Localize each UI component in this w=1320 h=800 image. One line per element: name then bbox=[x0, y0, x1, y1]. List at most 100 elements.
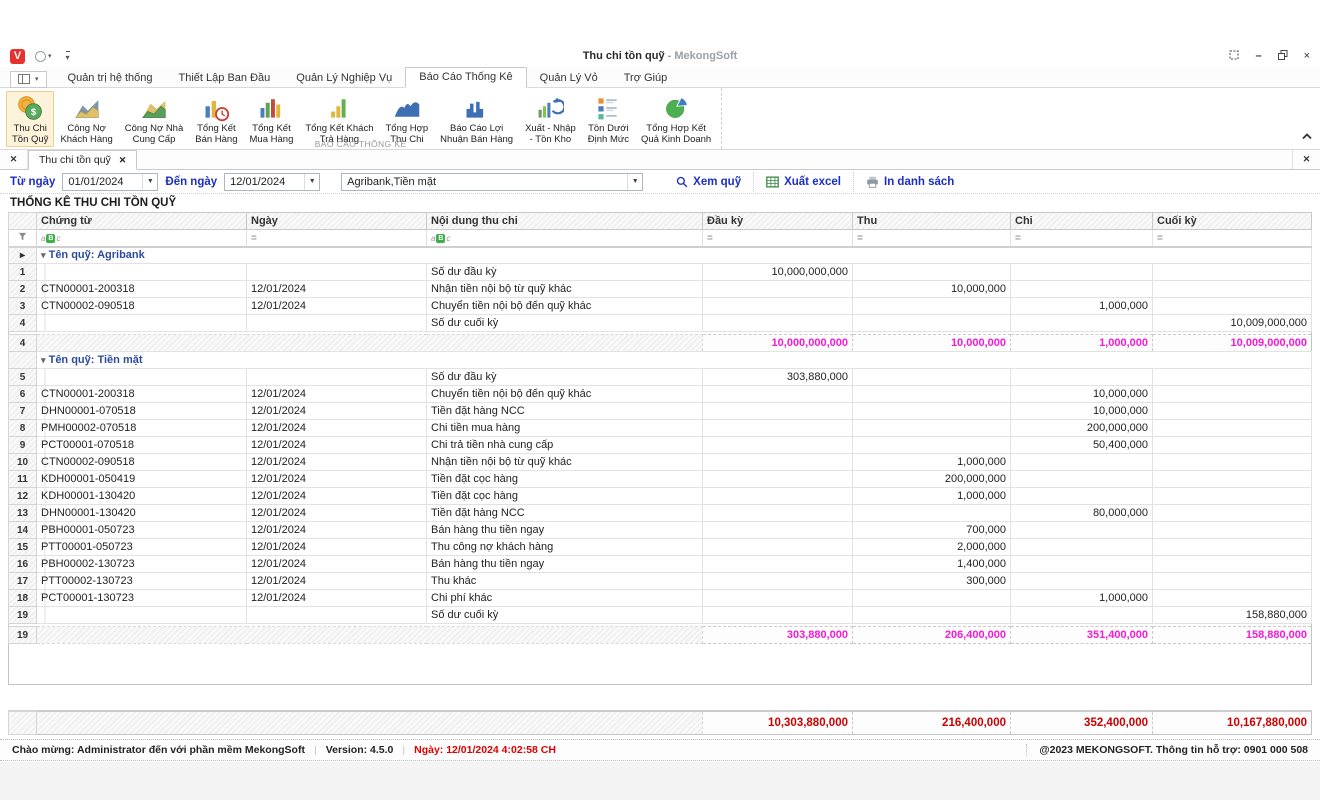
cell-chi[interactable]: 10,000,000 bbox=[1011, 403, 1153, 420]
cell-ngay[interactable]: 12/01/2024 bbox=[247, 573, 427, 590]
column-header-cuoiky[interactable]: Cuối kỳ bbox=[1153, 213, 1312, 230]
cell-noidung[interactable]: Tiền đặt cọc hàng bbox=[427, 471, 703, 488]
cell-noidung[interactable]: Tiền đặt cọc hàng bbox=[427, 488, 703, 505]
filter-equals-icon[interactable]: = bbox=[1157, 233, 1163, 244]
cell-chi[interactable] bbox=[1011, 607, 1153, 624]
cell-ngay[interactable]: 12/01/2024 bbox=[247, 505, 427, 522]
cell-chungtu[interactable]: PBH00001-050723 bbox=[37, 522, 247, 539]
chevron-down-icon[interactable]: ▼ bbox=[627, 174, 642, 190]
cell-chi[interactable] bbox=[1011, 369, 1153, 386]
cell-noidung[interactable]: Chuyển tiền nội bộ đến quỹ khác bbox=[427, 298, 703, 315]
cell-dauky[interactable] bbox=[703, 471, 853, 488]
column-header-thu[interactable]: Thu bbox=[853, 213, 1011, 230]
column-header-dauky[interactable]: Đầu kỳ bbox=[703, 213, 853, 230]
cell-cuoiky[interactable] bbox=[1153, 556, 1312, 573]
cell-cuoiky[interactable] bbox=[1153, 505, 1312, 522]
cell-chungtu[interactable]: CTN00002-090518 bbox=[37, 454, 247, 471]
cell-cuoiky[interactable] bbox=[1153, 281, 1312, 298]
cell-chi[interactable] bbox=[1011, 281, 1153, 298]
cell-cuoiky[interactable] bbox=[1153, 403, 1312, 420]
cell-chungtu[interactable]: PTT00001-050723 bbox=[37, 539, 247, 556]
cell-dauky[interactable] bbox=[703, 488, 853, 505]
cell-noidung[interactable]: Số dư đầu kỳ bbox=[427, 369, 703, 386]
menu-tab-bao-cao-thong-ke[interactable]: Báo Cáo Thống Kê bbox=[405, 67, 526, 88]
cell-cuoiky[interactable] bbox=[1153, 420, 1312, 437]
cell-ngay[interactable] bbox=[247, 315, 427, 332]
cell-ngay[interactable]: 12/01/2024 bbox=[247, 403, 427, 420]
cell-ngay[interactable]: 12/01/2024 bbox=[247, 556, 427, 573]
cell-dauky[interactable] bbox=[703, 556, 853, 573]
cell-chi[interactable] bbox=[1011, 488, 1153, 505]
cell-noidung[interactable]: Chi tiền mua hàng bbox=[427, 420, 703, 437]
cell-noidung[interactable]: Nhận tiền nội bộ từ quỹ khác bbox=[427, 454, 703, 471]
filter-cell-thu[interactable]: = bbox=[853, 230, 1011, 247]
cell-dauky[interactable] bbox=[703, 420, 853, 437]
cell-chi[interactable] bbox=[1011, 522, 1153, 539]
cell-thu[interactable]: 300,000 bbox=[853, 573, 1011, 590]
cell-noidung[interactable]: Chi trả tiền nhà cung cấp bbox=[427, 437, 703, 454]
cell-chungtu[interactable]: DHN00001-130420 bbox=[37, 505, 247, 522]
cell-ngay[interactable]: 12/01/2024 bbox=[247, 488, 427, 505]
cell-chi[interactable]: 1,000,000 bbox=[1011, 298, 1153, 315]
menu-tab-quan-ly-nghiep-vu[interactable]: Quản Lý Nghiệp Vụ bbox=[283, 69, 405, 88]
from-date-input[interactable]: 01/01/2024▼ bbox=[62, 173, 158, 191]
cell-cuoiky[interactable] bbox=[1153, 488, 1312, 505]
cell-chi[interactable] bbox=[1011, 454, 1153, 471]
cell-chungtu[interactable] bbox=[37, 607, 247, 624]
cell-chungtu[interactable]: PMH00002-070518 bbox=[37, 420, 247, 437]
cell-chungtu[interactable]: CTN00002-090518 bbox=[37, 298, 247, 315]
cell-chungtu[interactable] bbox=[37, 315, 247, 332]
cell-dauky[interactable] bbox=[703, 505, 853, 522]
toolbar-options-caret-icon[interactable]: ▾ bbox=[66, 51, 70, 62]
cell-cuoiky[interactable] bbox=[1153, 298, 1312, 315]
cell-noidung[interactable]: Chuyển tiền nội bộ đến quỹ khác bbox=[427, 386, 703, 403]
cell-ngay[interactable]: 12/01/2024 bbox=[247, 454, 427, 471]
cell-chi[interactable] bbox=[1011, 573, 1153, 590]
ribbon-collapse-icon[interactable] bbox=[1302, 127, 1312, 145]
cell-dauky[interactable] bbox=[703, 315, 853, 332]
cell-dauky[interactable]: 303,880,000 bbox=[703, 369, 853, 386]
cell-chungtu[interactable]: CTN00001-200318 bbox=[37, 386, 247, 403]
cell-thu[interactable]: 1,400,000 bbox=[853, 556, 1011, 573]
filter-cell-chungtu[interactable]: aBc bbox=[37, 230, 247, 247]
cell-cuoiky[interactable] bbox=[1153, 437, 1312, 454]
chevron-down-icon[interactable]: ▼ bbox=[142, 174, 157, 190]
cell-dauky[interactable] bbox=[703, 607, 853, 624]
cell-dauky[interactable] bbox=[703, 522, 853, 539]
cell-chungtu[interactable]: KDH00001-050419 bbox=[37, 471, 247, 488]
menu-tab-quan-ly-vo[interactable]: Quản Lý Vỏ bbox=[527, 69, 611, 88]
cell-thu[interactable]: 200,000,000 bbox=[853, 471, 1011, 488]
cell-dauky[interactable] bbox=[703, 573, 853, 590]
cell-chungtu[interactable]: PCT00001-130723 bbox=[37, 590, 247, 607]
cell-thu[interactable] bbox=[853, 590, 1011, 607]
filter-equals-icon[interactable]: = bbox=[707, 233, 713, 244]
cell-thu[interactable]: 1,000,000 bbox=[853, 488, 1011, 505]
filter-equals-icon[interactable]: = bbox=[857, 233, 863, 244]
cell-cuoiky[interactable] bbox=[1153, 471, 1312, 488]
cell-ngay[interactable] bbox=[247, 369, 427, 386]
close-strip-icon[interactable]: ✕ bbox=[1292, 150, 1320, 169]
cell-thu[interactable]: 1,000,000 bbox=[853, 454, 1011, 471]
cell-cuoiky[interactable]: 10,009,000,000 bbox=[1153, 315, 1312, 332]
cell-thu[interactable] bbox=[853, 298, 1011, 315]
cell-thu[interactable]: 700,000 bbox=[853, 522, 1011, 539]
cell-thu[interactable]: 10,000,000 bbox=[853, 281, 1011, 298]
close-all-tabs-icon[interactable]: ✕ bbox=[0, 150, 28, 169]
cell-chungtu[interactable]: PTT00002-130723 bbox=[37, 573, 247, 590]
cell-noidung[interactable]: Số dư đầu kỳ bbox=[427, 264, 703, 281]
chevron-down-icon[interactable]: ▾ bbox=[48, 52, 52, 60]
cell-dauky[interactable] bbox=[703, 281, 853, 298]
filter-equals-icon[interactable]: = bbox=[1015, 233, 1021, 244]
cell-noidung[interactable]: Tiền đặt hàng NCC bbox=[427, 403, 703, 420]
cell-chungtu[interactable] bbox=[37, 369, 247, 386]
filter-cell-chi[interactable]: = bbox=[1011, 230, 1153, 247]
menu-tab-thiet-lap-ban-dau[interactable]: Thiết Lập Ban Đầu bbox=[166, 69, 284, 88]
cell-dauky[interactable]: 10,000,000,000 bbox=[703, 264, 853, 281]
cell-thu[interactable] bbox=[853, 264, 1011, 281]
cell-cuoiky[interactable]: 158,880,000 bbox=[1153, 607, 1312, 624]
cell-chungtu[interactable]: PBH00002-130723 bbox=[37, 556, 247, 573]
cell-dauky[interactable] bbox=[703, 539, 853, 556]
column-header-chungtu[interactable]: Chứng từ bbox=[37, 213, 247, 230]
cell-dauky[interactable] bbox=[703, 403, 853, 420]
cell-thu[interactable]: 2,000,000 bbox=[853, 539, 1011, 556]
